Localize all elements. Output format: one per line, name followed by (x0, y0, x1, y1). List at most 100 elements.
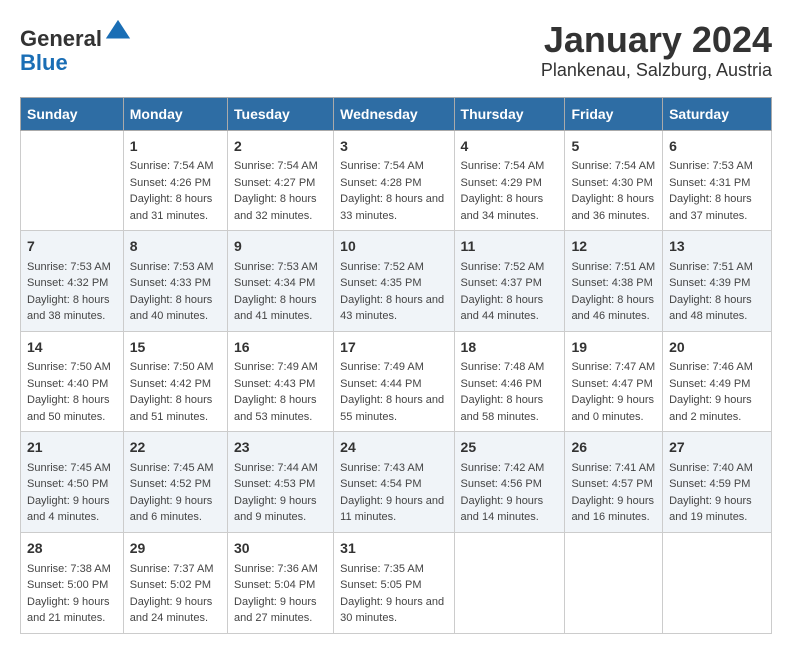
calendar-cell: 7Sunrise: 7:53 AMSunset: 4:32 PMDaylight… (21, 231, 124, 332)
date-number: 3 (340, 137, 447, 157)
date-number: 31 (340, 539, 447, 559)
cell-detail: Sunrise: 7:36 AMSunset: 5:04 PMDaylight:… (234, 561, 327, 627)
calendar-day-header: Saturday (663, 97, 772, 130)
logo-blue-text: Blue (20, 50, 68, 75)
date-number: 22 (130, 438, 221, 458)
cell-detail: Sunrise: 7:50 AMSunset: 4:42 PMDaylight:… (130, 359, 221, 425)
page-subtitle: Plankenau, Salzburg, Austria (541, 60, 772, 81)
calendar-cell: 24Sunrise: 7:43 AMSunset: 4:54 PMDayligh… (334, 432, 454, 533)
calendar-cell: 25Sunrise: 7:42 AMSunset: 4:56 PMDayligh… (454, 432, 565, 533)
cell-detail: Sunrise: 7:53 AMSunset: 4:31 PMDaylight:… (669, 158, 765, 224)
date-number: 20 (669, 338, 765, 358)
logo-general-text: General (20, 26, 102, 51)
date-number: 9 (234, 237, 327, 257)
date-number: 17 (340, 338, 447, 358)
date-number: 26 (571, 438, 656, 458)
date-number: 6 (669, 137, 765, 157)
date-number: 5 (571, 137, 656, 157)
cell-detail: Sunrise: 7:47 AMSunset: 4:47 PMDaylight:… (571, 359, 656, 425)
calendar-day-header: Monday (123, 97, 227, 130)
date-number: 28 (27, 539, 117, 559)
page-header: General Blue January 2024 Plankenau, Sal… (20, 20, 772, 81)
cell-detail: Sunrise: 7:46 AMSunset: 4:49 PMDaylight:… (669, 359, 765, 425)
cell-detail: Sunrise: 7:42 AMSunset: 4:56 PMDaylight:… (461, 460, 559, 526)
date-number: 8 (130, 237, 221, 257)
cell-detail: Sunrise: 7:45 AMSunset: 4:52 PMDaylight:… (130, 460, 221, 526)
calendar-cell: 5Sunrise: 7:54 AMSunset: 4:30 PMDaylight… (565, 130, 663, 231)
calendar-cell: 8Sunrise: 7:53 AMSunset: 4:33 PMDaylight… (123, 231, 227, 332)
calendar-week-row: 7Sunrise: 7:53 AMSunset: 4:32 PMDaylight… (21, 231, 772, 332)
calendar-cell: 2Sunrise: 7:54 AMSunset: 4:27 PMDaylight… (228, 130, 334, 231)
date-number: 24 (340, 438, 447, 458)
date-number: 25 (461, 438, 559, 458)
calendar-cell: 10Sunrise: 7:52 AMSunset: 4:35 PMDayligh… (334, 231, 454, 332)
date-number: 10 (340, 237, 447, 257)
date-number: 16 (234, 338, 327, 358)
cell-detail: Sunrise: 7:51 AMSunset: 4:38 PMDaylight:… (571, 259, 656, 325)
cell-detail: Sunrise: 7:52 AMSunset: 4:35 PMDaylight:… (340, 259, 447, 325)
calendar-cell (454, 532, 565, 633)
cell-detail: Sunrise: 7:49 AMSunset: 4:44 PMDaylight:… (340, 359, 447, 425)
calendar-cell: 13Sunrise: 7:51 AMSunset: 4:39 PMDayligh… (663, 231, 772, 332)
cell-detail: Sunrise: 7:44 AMSunset: 4:53 PMDaylight:… (234, 460, 327, 526)
logo-icon (104, 18, 132, 46)
cell-detail: Sunrise: 7:45 AMSunset: 4:50 PMDaylight:… (27, 460, 117, 526)
calendar-cell (565, 532, 663, 633)
date-number: 19 (571, 338, 656, 358)
calendar-cell: 12Sunrise: 7:51 AMSunset: 4:38 PMDayligh… (565, 231, 663, 332)
cell-detail: Sunrise: 7:48 AMSunset: 4:46 PMDaylight:… (461, 359, 559, 425)
calendar-cell: 30Sunrise: 7:36 AMSunset: 5:04 PMDayligh… (228, 532, 334, 633)
calendar-cell: 22Sunrise: 7:45 AMSunset: 4:52 PMDayligh… (123, 432, 227, 533)
date-number: 15 (130, 338, 221, 358)
date-number: 21 (27, 438, 117, 458)
calendar-week-row: 14Sunrise: 7:50 AMSunset: 4:40 PMDayligh… (21, 331, 772, 432)
calendar-cell: 21Sunrise: 7:45 AMSunset: 4:50 PMDayligh… (21, 432, 124, 533)
calendar-week-row: 21Sunrise: 7:45 AMSunset: 4:50 PMDayligh… (21, 432, 772, 533)
calendar-week-row: 28Sunrise: 7:38 AMSunset: 5:00 PMDayligh… (21, 532, 772, 633)
calendar-cell (21, 130, 124, 231)
calendar-cell: 4Sunrise: 7:54 AMSunset: 4:29 PMDaylight… (454, 130, 565, 231)
cell-detail: Sunrise: 7:52 AMSunset: 4:37 PMDaylight:… (461, 259, 559, 325)
calendar-cell: 27Sunrise: 7:40 AMSunset: 4:59 PMDayligh… (663, 432, 772, 533)
date-number: 30 (234, 539, 327, 559)
page-title: January 2024 (541, 20, 772, 60)
calendar-cell: 9Sunrise: 7:53 AMSunset: 4:34 PMDaylight… (228, 231, 334, 332)
calendar-cell: 16Sunrise: 7:49 AMSunset: 4:43 PMDayligh… (228, 331, 334, 432)
cell-detail: Sunrise: 7:37 AMSunset: 5:02 PMDaylight:… (130, 561, 221, 627)
calendar-cell: 29Sunrise: 7:37 AMSunset: 5:02 PMDayligh… (123, 532, 227, 633)
calendar-day-header: Wednesday (334, 97, 454, 130)
cell-detail: Sunrise: 7:38 AMSunset: 5:00 PMDaylight:… (27, 561, 117, 627)
cell-detail: Sunrise: 7:50 AMSunset: 4:40 PMDaylight:… (27, 359, 117, 425)
calendar-cell: 18Sunrise: 7:48 AMSunset: 4:46 PMDayligh… (454, 331, 565, 432)
title-block: January 2024 Plankenau, Salzburg, Austri… (541, 20, 772, 81)
date-number: 12 (571, 237, 656, 257)
calendar-cell: 28Sunrise: 7:38 AMSunset: 5:00 PMDayligh… (21, 532, 124, 633)
calendar-day-header: Friday (565, 97, 663, 130)
calendar-cell: 23Sunrise: 7:44 AMSunset: 4:53 PMDayligh… (228, 432, 334, 533)
calendar-cell (663, 532, 772, 633)
date-number: 29 (130, 539, 221, 559)
calendar-day-header: Tuesday (228, 97, 334, 130)
cell-detail: Sunrise: 7:35 AMSunset: 5:05 PMDaylight:… (340, 561, 447, 627)
calendar-cell: 15Sunrise: 7:50 AMSunset: 4:42 PMDayligh… (123, 331, 227, 432)
calendar-cell: 14Sunrise: 7:50 AMSunset: 4:40 PMDayligh… (21, 331, 124, 432)
cell-detail: Sunrise: 7:54 AMSunset: 4:29 PMDaylight:… (461, 158, 559, 224)
date-number: 2 (234, 137, 327, 157)
date-number: 7 (27, 237, 117, 257)
cell-detail: Sunrise: 7:53 AMSunset: 4:33 PMDaylight:… (130, 259, 221, 325)
date-number: 11 (461, 237, 559, 257)
cell-detail: Sunrise: 7:51 AMSunset: 4:39 PMDaylight:… (669, 259, 765, 325)
date-number: 13 (669, 237, 765, 257)
cell-detail: Sunrise: 7:53 AMSunset: 4:32 PMDaylight:… (27, 259, 117, 325)
calendar-cell: 19Sunrise: 7:47 AMSunset: 4:47 PMDayligh… (565, 331, 663, 432)
calendar-day-header: Sunday (21, 97, 124, 130)
logo: General Blue (20, 20, 132, 75)
cell-detail: Sunrise: 7:49 AMSunset: 4:43 PMDaylight:… (234, 359, 327, 425)
cell-detail: Sunrise: 7:54 AMSunset: 4:26 PMDaylight:… (130, 158, 221, 224)
cell-detail: Sunrise: 7:53 AMSunset: 4:34 PMDaylight:… (234, 259, 327, 325)
calendar-cell: 3Sunrise: 7:54 AMSunset: 4:28 PMDaylight… (334, 130, 454, 231)
calendar-cell: 20Sunrise: 7:46 AMSunset: 4:49 PMDayligh… (663, 331, 772, 432)
cell-detail: Sunrise: 7:43 AMSunset: 4:54 PMDaylight:… (340, 460, 447, 526)
cell-detail: Sunrise: 7:41 AMSunset: 4:57 PMDaylight:… (571, 460, 656, 526)
date-number: 27 (669, 438, 765, 458)
